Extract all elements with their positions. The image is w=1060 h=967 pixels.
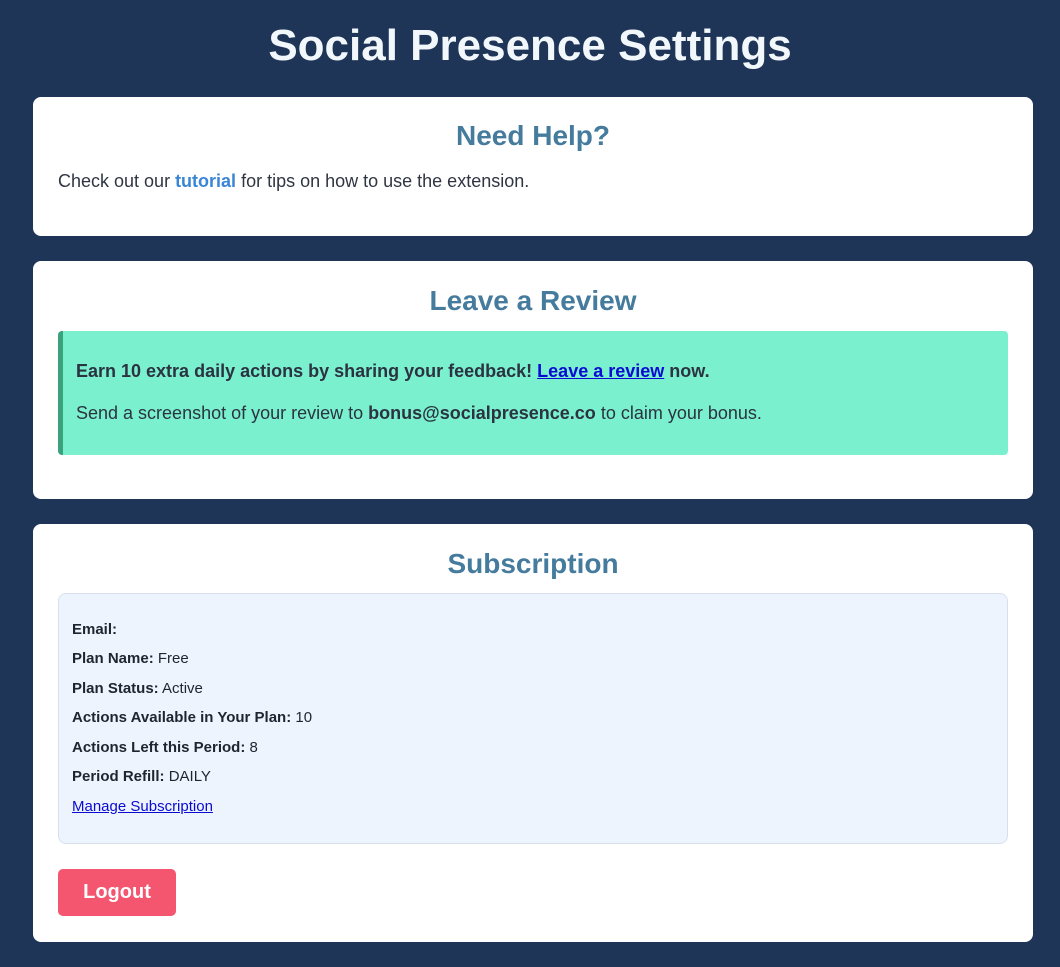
help-text-before: Check out our xyxy=(58,171,176,191)
actions-available-label: Actions Available in Your Plan: xyxy=(72,709,292,726)
plan-status-label: Plan Status: xyxy=(72,680,159,697)
plan-name-row: Plan Name: Free xyxy=(72,649,189,669)
manage-subscription-link[interactable]: Manage Subscription xyxy=(72,798,213,815)
subscription-title: Subscription xyxy=(447,548,619,579)
plan-name-label: Plan Name: xyxy=(72,650,154,667)
review-offer-text: Earn 10 extra daily actions by sharing y… xyxy=(76,359,710,383)
help-title: Need Help? xyxy=(455,120,611,151)
page-title: Social Presence Settings xyxy=(268,21,792,70)
review-card: Leave a Review Earn 10 extra daily actio… xyxy=(33,261,1033,499)
plan-name-value: Free xyxy=(157,650,189,667)
actions-available-value: 10 xyxy=(295,709,313,726)
review-callout: Earn 10 extra daily actions by sharing y… xyxy=(58,331,1008,455)
actions-left-row: Actions Left this Period: 8 xyxy=(72,738,258,758)
review-bonus-before: Send a screenshot of your review to xyxy=(76,403,369,423)
email-row: Email: xyxy=(72,620,117,640)
tutorial-link[interactable]: tutorial xyxy=(175,171,236,191)
help-card: Need Help? Check out our tutorial for ti… xyxy=(33,97,1033,236)
help-text-after: for tips on how to use the extension. xyxy=(236,171,530,191)
help-text: Check out our tutorial for tips on how t… xyxy=(58,169,529,193)
manage-subscription-row: Manage Subscription xyxy=(72,797,213,817)
period-refill-value: DAILY xyxy=(168,768,211,785)
actions-left-value: 8 xyxy=(249,739,258,756)
review-title: Leave a Review xyxy=(429,285,637,316)
plan-status-value: Active xyxy=(162,680,203,697)
subscription-details: Email: Plan Name: Free Plan Status: Acti… xyxy=(58,593,1008,844)
review-offer-after: now. xyxy=(664,361,710,381)
bonus-email: bonus@socialpresence.co xyxy=(368,403,596,423)
plan-status-row: Plan Status: Active xyxy=(72,679,203,699)
period-refill-label: Period Refill: xyxy=(72,768,165,785)
review-bonus-after: to claim your bonus. xyxy=(595,403,762,423)
actions-left-label: Actions Left this Period: xyxy=(72,739,246,756)
subscription-card: Subscription Email: Plan Name: Free Plan… xyxy=(33,524,1033,942)
period-refill-row: Period Refill: DAILY xyxy=(72,767,211,787)
logout-button[interactable]: Logout xyxy=(58,869,176,916)
email-label: Email: xyxy=(72,621,118,638)
review-bonus-text: Send a screenshot of your review to bonu… xyxy=(76,401,762,425)
actions-available-row: Actions Available in Your Plan: 10 xyxy=(72,708,312,728)
leave-review-link[interactable]: Leave a review xyxy=(537,361,664,381)
review-offer-before: Earn 10 extra daily actions by sharing y… xyxy=(76,361,538,381)
